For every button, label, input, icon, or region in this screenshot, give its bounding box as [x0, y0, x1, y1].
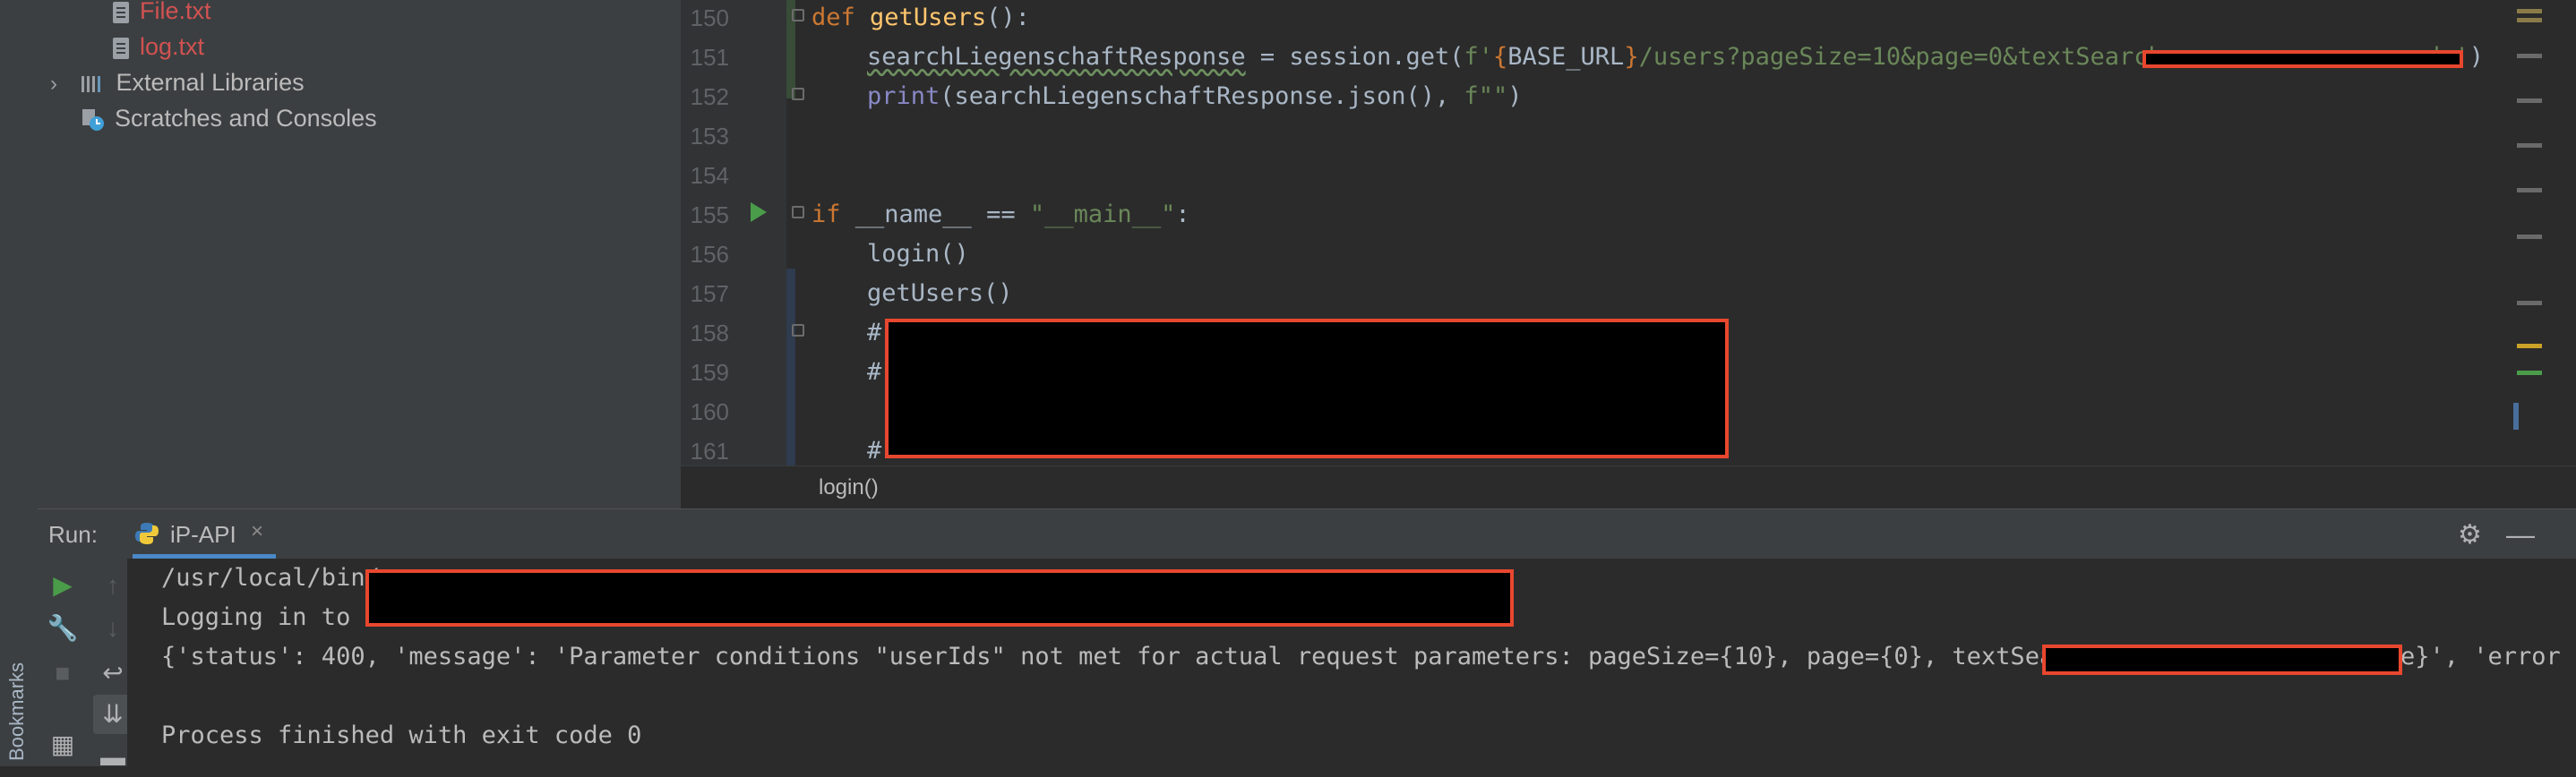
vcs-change-marker[interactable]: [786, 269, 795, 465]
code-token: getUsers: [870, 4, 987, 31]
line-number: 159: [690, 359, 729, 386]
warning-marker[interactable]: [2517, 54, 2542, 58]
code-token: print: [867, 82, 940, 110]
line-number: 153: [690, 123, 729, 149]
console-line: Process finished with exit code 0: [161, 722, 642, 749]
text-file-icon: [113, 1, 129, 23]
tab-label[interactable]: iP-API: [170, 521, 236, 549]
left-tool-strip: [0, 0, 39, 766]
redaction-box: [2142, 50, 2463, 68]
line-number: 152: [690, 83, 729, 110]
code-token: __name__ ==: [840, 201, 1030, 228]
bookmarks-tab[interactable]: Bookmarks: [0, 662, 38, 766]
code-line-157: getUsers(): [867, 279, 1013, 307]
tree-item-label: log.txt: [140, 33, 205, 60]
fold-marker-icon[interactable]: [792, 9, 804, 21]
library-icon: [81, 75, 100, 92]
minimize-icon[interactable]: —: [2506, 518, 2535, 551]
run-panel-title: Run:: [48, 521, 98, 548]
gear-icon[interactable]: ⚙: [2458, 519, 2482, 551]
code-token: BASE_URL: [1507, 43, 1625, 71]
run-toolbar: ▶ 🔧 ■ ▦ ↑ ↓ ↩ ⇊ ▬: [38, 559, 133, 771]
code-token: if: [811, 201, 841, 228]
stop-icon[interactable]: ■: [43, 653, 82, 693]
rerun-icon[interactable]: ▶: [43, 566, 82, 605]
scratches-icon: [82, 108, 104, 131]
tree-item-external-libraries[interactable]: › External Libraries: [50, 64, 305, 100]
run-gutter-icon[interactable]: [751, 202, 767, 222]
console-line: /usr/local/bin/: [161, 564, 380, 592]
code-token: {: [1493, 43, 1508, 71]
warning-marker[interactable]: [2517, 188, 2542, 192]
code-line-156: login(): [867, 240, 969, 268]
tree-item-label: External Libraries: [116, 69, 305, 96]
line-number: 156: [690, 241, 729, 268]
warning-marker[interactable]: [2517, 344, 2542, 348]
line-number: 160: [690, 398, 729, 425]
code-token: f': [1464, 43, 1493, 71]
code-token: def: [811, 4, 855, 31]
line-number: 151: [690, 44, 729, 71]
warning-marker[interactable]: [2517, 143, 2542, 148]
code-token: "__main__": [1029, 201, 1176, 228]
code-line-159: #: [867, 358, 882, 386]
fold-marker-icon[interactable]: [792, 324, 804, 337]
tree-item-label: Scratches and Consoles: [115, 105, 377, 132]
redaction-box: [885, 319, 1729, 458]
code-token: :: [1175, 201, 1190, 228]
warning-marker[interactable]: [2517, 98, 2542, 103]
code-line-150: def getUsers():: [811, 0, 1030, 38]
warning-marker[interactable]: [2517, 371, 2542, 375]
code-line-151: searchLiegenschaftResponse = session.get…: [867, 38, 2192, 77]
error-stripe[interactable]: [2508, 0, 2576, 465]
code-token: /users?pageSize=10&page=0&textSearch=c: [1638, 43, 2193, 71]
tree-item-label: File.txt: [140, 0, 211, 24]
tree-item-file-txt[interactable]: File.txt: [113, 0, 211, 29]
fold-marker-icon[interactable]: [792, 206, 804, 218]
warning-marker[interactable]: [2517, 18, 2542, 22]
code-token: = session.get(: [1245, 43, 1464, 71]
warning-marker[interactable]: [2517, 301, 2542, 305]
line-number: 158: [690, 320, 729, 346]
python-icon: [135, 523, 159, 544]
text-file-icon: [113, 37, 129, 59]
code-token: ():: [986, 4, 1030, 31]
code-token: searchLiegenschaftResponse: [867, 43, 1246, 71]
warning-marker[interactable]: [2517, 9, 2542, 13]
scroll-position-marker[interactable]: [2513, 403, 2519, 430]
tree-item-log-txt[interactable]: log.txt: [113, 29, 204, 64]
wrench-icon[interactable]: 🔧: [43, 609, 82, 648]
line-number: 154: [690, 162, 729, 189]
code-token: ): [1507, 82, 1523, 110]
console-line: {'status': 400, 'message': 'Parameter co…: [161, 643, 2127, 670]
redaction-box: [365, 569, 1514, 627]
line-number: 150: [690, 4, 729, 31]
console-line-tail: e}', 'error: [2400, 643, 2561, 670]
code-line-158: #: [867, 319, 882, 346]
code-token: }: [1624, 43, 1639, 71]
chevron-right-icon[interactable]: ›: [50, 66, 73, 102]
line-number: 155: [690, 201, 729, 228]
line-number-gutter: 150 151 152 153 154 155 156 157 158 159 …: [681, 0, 786, 465]
code-line-152: print(searchLiegenschaftResponse.json(),…: [867, 77, 1523, 116]
layout-icon[interactable]: ▦: [43, 725, 82, 764]
close-icon[interactable]: ×: [251, 519, 263, 544]
fold-marker-icon[interactable]: [792, 88, 804, 100]
code-line-155: if __name__ == "__main__":: [811, 195, 1190, 235]
console-line: Logging in to i: [161, 603, 380, 631]
code-token: f"": [1464, 82, 1508, 110]
line-number: 157: [690, 280, 729, 307]
run-panel-header: [38, 508, 2576, 560]
breadcrumb[interactable]: login(): [681, 465, 2576, 509]
bookmarks-tab-label: Bookmarks: [5, 662, 28, 761]
warning-marker[interactable]: [2517, 235, 2542, 239]
code-token: ): [2469, 43, 2485, 71]
tree-item-scratches[interactable]: Scratches and Consoles: [81, 100, 377, 136]
project-panel: File.txt log.txt › External Libraries Sc…: [38, 0, 681, 508]
breadcrumb-item[interactable]: login(): [819, 475, 879, 500]
code-token: (searchLiegenschaftResponse.json(),: [940, 82, 1464, 110]
redaction-box: [2042, 645, 2402, 675]
